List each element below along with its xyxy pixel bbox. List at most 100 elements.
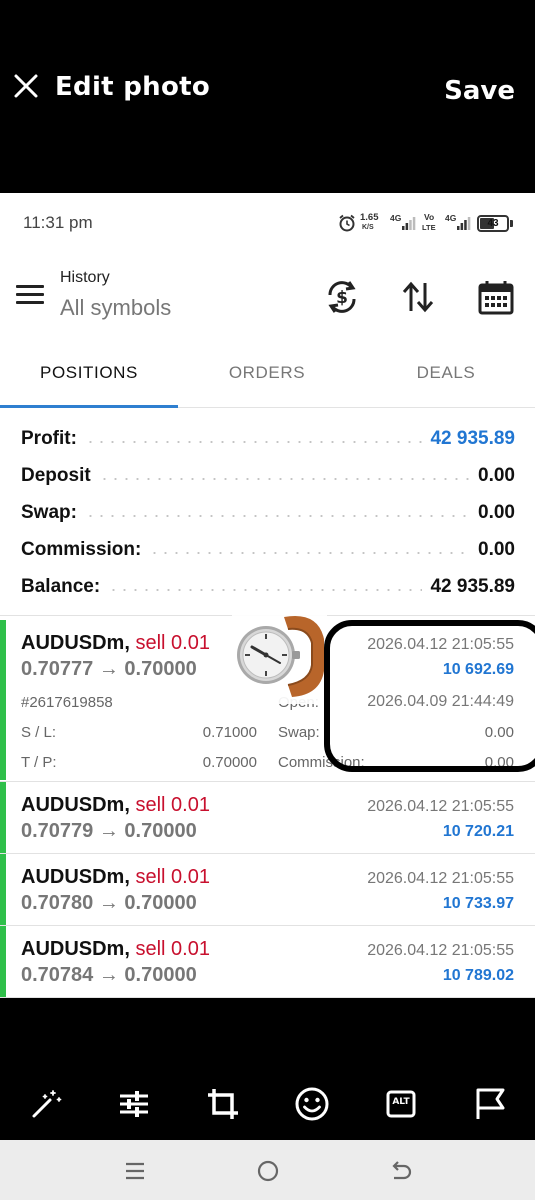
position-symbol: AUDUSDm, sell 0.01 (21, 632, 210, 655)
leader-dots (149, 551, 471, 554)
leader-dots (98, 477, 471, 480)
wristwatch-sticker[interactable] (232, 609, 327, 704)
summary-label: Balance: (21, 575, 101, 597)
battery-level: 43 (487, 218, 499, 229)
summary-label: Profit: (21, 427, 77, 449)
save-button[interactable]: Save (444, 76, 515, 106)
position-row[interactable]: AUDUSDm, sell 0.01 0.70779 → 0.70000 202… (0, 782, 535, 853)
network-type-1: 4G (390, 213, 402, 223)
back-icon[interactable] (386, 1156, 416, 1186)
emoji-icon[interactable] (294, 1086, 330, 1122)
symbol-name: AUDUSDm, (21, 632, 130, 654)
volte-label-bottom: LTE (422, 223, 436, 232)
tab-positions[interactable]: POSITIONS (0, 348, 178, 408)
leader-dots (108, 588, 423, 591)
trade-side: sell 0.01 (135, 938, 210, 960)
summary-label: Commission: (21, 538, 142, 560)
network-type-2: 4G (445, 213, 457, 223)
volte-label-top: Vo (424, 212, 435, 222)
trade-side: sell 0.01 (135, 794, 210, 816)
alt-text-label: ALT (392, 1097, 410, 1107)
tab-bar: POSITIONS ORDERS DEALS (0, 348, 535, 408)
summary-value: 42 935.89 (430, 427, 515, 449)
tp-label: T / P: (21, 754, 57, 771)
position-status-bar (0, 620, 6, 780)
menu-icon[interactable] (16, 285, 44, 305)
summary-label: Deposit (21, 464, 91, 486)
position-prices: 0.70779 → 0.70000 (21, 820, 197, 842)
close-icon[interactable] (10, 70, 42, 102)
app-bar: History All symbols $ (0, 263, 535, 333)
summary-value: 0.00 (478, 501, 515, 523)
home-icon[interactable] (253, 1156, 283, 1186)
signal-icon (402, 217, 416, 230)
position-status-bar (0, 926, 6, 997)
trade-side: sell 0.01 (135, 632, 210, 654)
crop-icon[interactable] (205, 1086, 241, 1122)
tab-deals[interactable]: DEALS (357, 348, 535, 408)
summary-row-commission: Commission: 0.00 (21, 531, 515, 568)
leader-dots (84, 440, 423, 443)
app-title: History (60, 269, 110, 286)
alt-text-icon[interactable]: ALT (383, 1086, 419, 1122)
sl-label: S / L: (21, 724, 57, 741)
summary-value: 0.00 (478, 464, 515, 486)
status-time: 11:31 pm (23, 213, 93, 232)
position-symbol: AUDUSDm, sell 0.01 (21, 938, 210, 961)
leader-dots (84, 514, 471, 517)
tp-value: 0.70000 (202, 754, 257, 771)
active-tab-indicator (0, 405, 178, 408)
net-speed-value: 1.65 (360, 212, 379, 223)
summary-row-balance: Balance: 42 935.89 (21, 568, 515, 605)
recents-icon[interactable] (120, 1156, 150, 1186)
ticket-number: #2617619858 (21, 694, 113, 711)
swap-label: Swap: (278, 724, 320, 741)
battery-icon: 43 (477, 215, 509, 232)
symbol-name: AUDUSDm, (21, 938, 130, 960)
battery-tip (510, 220, 513, 227)
summary-value: 0.00 (478, 538, 515, 560)
adjust-sliders-icon[interactable] (116, 1086, 152, 1122)
signal-icon (457, 217, 471, 230)
position-prices: 0.70777 → 0.70000 (21, 658, 197, 680)
position-prices: 0.70780 → 0.70000 (21, 892, 197, 914)
screenshot-canvas: 11:31 pm 1.65 K/S 4G Vo LTE 4G 43 Histor… (0, 193, 535, 998)
symbol-name: AUDUSDm, (21, 794, 130, 816)
summary-row-swap: Swap: 0.00 (21, 494, 515, 531)
position-profit: 10 720.21 (442, 823, 514, 840)
close-time: 2026.04.12 21:05:55 (367, 798, 514, 815)
position-symbol: AUDUSDm, sell 0.01 (21, 866, 210, 889)
editor-title: Edit photo (55, 72, 211, 102)
position-status-bar (0, 782, 6, 853)
position-symbol: AUDUSDm, sell 0.01 (21, 794, 210, 817)
currency-exchange-icon[interactable]: $ (322, 277, 362, 317)
position-row[interactable]: AUDUSDm, sell 0.01 0.70784 → 0.70000 202… (0, 926, 535, 997)
net-speed-unit: K/S (362, 224, 374, 231)
flag-icon[interactable] (472, 1086, 508, 1122)
sl-value: 0.71000 (202, 724, 257, 741)
svg-text:$: $ (336, 288, 348, 308)
summary-value: 42 935.89 (430, 575, 515, 597)
status-icons: 1.65 K/S 4G Vo LTE 4G 43 (336, 210, 516, 236)
sort-icon[interactable] (398, 277, 438, 317)
summary-row-deposit: Deposit 0.00 (21, 457, 515, 494)
position-status-bar (0, 854, 6, 925)
position-profit: 10 789.02 (442, 967, 514, 984)
position-row[interactable]: AUDUSDm, sell 0.01 0.70780 → 0.70000 202… (0, 854, 535, 925)
alarm-icon (339, 214, 355, 232)
system-nav-bar (0, 1140, 535, 1200)
circle-annotation[interactable] (324, 620, 535, 772)
close-time: 2026.04.12 21:05:55 (367, 942, 514, 959)
position-prices: 0.70784 → 0.70000 (21, 964, 197, 986)
summary-row-profit: Profit: 42 935.89 (21, 420, 515, 457)
symbol-filter[interactable]: All symbols (60, 295, 171, 321)
trade-side: sell 0.01 (135, 866, 210, 888)
magic-wand-icon[interactable] (28, 1086, 64, 1122)
tab-orders[interactable]: ORDERS (178, 348, 356, 408)
symbol-name: AUDUSDm, (21, 866, 130, 888)
calendar-icon[interactable] (476, 277, 516, 317)
position-profit: 10 733.97 (442, 895, 514, 912)
close-time: 2026.04.12 21:05:55 (367, 870, 514, 887)
editor-top-bar: Edit photo Save (0, 0, 535, 193)
summary-label: Swap: (21, 501, 77, 523)
